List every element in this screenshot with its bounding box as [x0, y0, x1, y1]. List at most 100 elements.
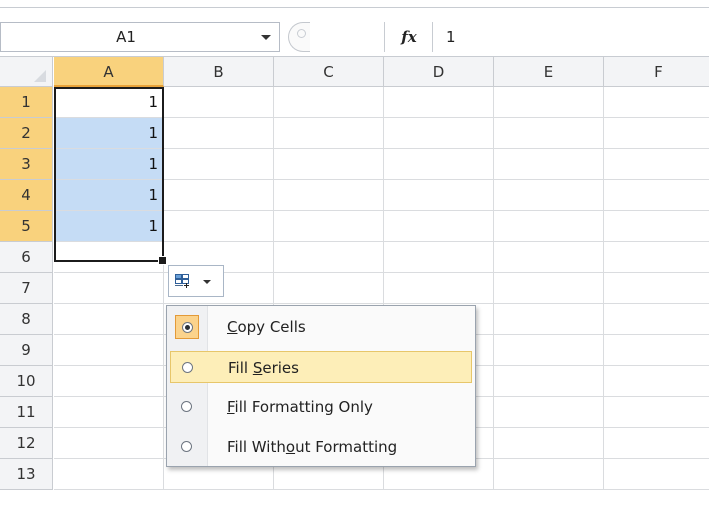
cell-e7[interactable]	[494, 273, 604, 304]
cell-d1[interactable]	[384, 87, 494, 118]
cell-a12[interactable]	[54, 428, 164, 459]
row-header-8[interactable]: 8	[0, 304, 53, 335]
cell-e5[interactable]	[494, 211, 604, 242]
cell-a2[interactable]: 1	[54, 118, 164, 149]
cell-c2[interactable]	[274, 118, 384, 149]
cell-d5[interactable]	[384, 211, 494, 242]
cell-c3[interactable]	[274, 149, 384, 180]
cell-e10[interactable]	[494, 366, 604, 397]
cell-d3[interactable]	[384, 149, 494, 180]
cell-f9[interactable]	[604, 335, 709, 366]
menu-item-label: Fill Series	[228, 359, 299, 377]
column-header-a[interactable]: A	[54, 57, 164, 87]
cell-e11[interactable]	[494, 397, 604, 428]
cell-a11[interactable]	[54, 397, 164, 428]
column-header-e[interactable]: E	[494, 57, 604, 87]
autofill-options-button[interactable]	[168, 265, 224, 297]
column-header-b[interactable]: B	[164, 57, 274, 87]
cell-a5[interactable]: 1	[54, 211, 164, 242]
cell-b1[interactable]	[164, 87, 274, 118]
radio-box	[175, 315, 199, 339]
menu-item-copy-cells[interactable]: Copy Cells	[170, 311, 472, 343]
cell-c4[interactable]	[274, 180, 384, 211]
column-header-f[interactable]: F	[604, 57, 709, 87]
column-header-d[interactable]: D	[384, 57, 494, 87]
cell-f2[interactable]	[604, 118, 709, 149]
radio-unchecked-icon	[181, 441, 192, 452]
autofill-options-icon	[175, 274, 189, 288]
cell-c5[interactable]	[274, 211, 384, 242]
cell-e3[interactable]	[494, 149, 604, 180]
cell-c7[interactable]	[274, 273, 384, 304]
cell-c6[interactable]	[274, 242, 384, 273]
cell-e8[interactable]	[494, 304, 604, 335]
insert-function-icon[interactable]: fx	[393, 23, 425, 51]
cell-e2[interactable]	[494, 118, 604, 149]
cell-b3[interactable]	[164, 149, 274, 180]
cell-f5[interactable]	[604, 211, 709, 242]
name-box[interactable]: A1	[0, 22, 280, 52]
row-header-3[interactable]: 3	[0, 149, 53, 180]
cell-f3[interactable]	[604, 149, 709, 180]
cell-f13[interactable]	[604, 459, 709, 490]
cell-e9[interactable]	[494, 335, 604, 366]
row-header-9[interactable]: 9	[0, 335, 53, 366]
cell-e4[interactable]	[494, 180, 604, 211]
cell-a4[interactable]: 1	[54, 180, 164, 211]
cell-f12[interactable]	[604, 428, 709, 459]
cell-d7[interactable]	[384, 273, 494, 304]
cell-f6[interactable]	[604, 242, 709, 273]
cell-a9[interactable]	[54, 335, 164, 366]
cell-f11[interactable]	[604, 397, 709, 428]
radio-unchecked-icon	[182, 362, 193, 373]
row-header-5[interactable]: 5	[0, 211, 53, 242]
cell-b4[interactable]	[164, 180, 274, 211]
cell-a10[interactable]	[54, 366, 164, 397]
row-header-12[interactable]: 12	[0, 428, 53, 459]
select-all-button[interactable]	[0, 57, 53, 87]
cell-b2[interactable]	[164, 118, 274, 149]
column-header-c[interactable]: C	[274, 57, 384, 87]
cell-f8[interactable]	[604, 304, 709, 335]
cell-c1[interactable]	[274, 87, 384, 118]
formula-bar: A1 fx 1	[0, 8, 709, 57]
cell-e13[interactable]	[494, 459, 604, 490]
formula-bar-expand-icon	[288, 22, 310, 52]
menu-item-label: Copy Cells	[227, 318, 306, 336]
cell-f4[interactable]	[604, 180, 709, 211]
cell-d2[interactable]	[384, 118, 494, 149]
cell-e1[interactable]	[494, 87, 604, 118]
cell-d4[interactable]	[384, 180, 494, 211]
cell-e12[interactable]	[494, 428, 604, 459]
cell-a6[interactable]	[54, 242, 164, 273]
cell-f10[interactable]	[604, 366, 709, 397]
divider	[432, 22, 433, 52]
fill-handle[interactable]	[158, 256, 167, 265]
row-header-1[interactable]: 1	[0, 87, 53, 118]
row-header-7[interactable]: 7	[0, 273, 53, 304]
name-box-value: A1	[116, 28, 136, 46]
cell-a1[interactable]: 1	[54, 87, 164, 118]
cell-a7[interactable]	[54, 273, 164, 304]
cell-b5[interactable]	[164, 211, 274, 242]
cell-f7[interactable]	[604, 273, 709, 304]
row-header-6[interactable]: 6	[0, 242, 53, 273]
row-header-10[interactable]: 10	[0, 366, 53, 397]
menu-item-fill-formatting-only[interactable]: Fill Formatting Only	[170, 391, 472, 423]
row-header-13[interactable]: 13	[0, 459, 53, 490]
radio-box	[176, 356, 200, 380]
cell-a3[interactable]: 1	[54, 149, 164, 180]
cell-d6[interactable]	[384, 242, 494, 273]
toolbar-edge	[0, 0, 709, 8]
formula-input[interactable]: 1	[446, 22, 456, 52]
cell-e6[interactable]	[494, 242, 604, 273]
row-header-2[interactable]: 2	[0, 118, 53, 149]
cell-a8[interactable]	[54, 304, 164, 335]
menu-item-fill-without-formatting[interactable]: Fill Without Formatting	[170, 431, 472, 463]
row-header-11[interactable]: 11	[0, 397, 53, 428]
cell-f1[interactable]	[604, 87, 709, 118]
chevron-down-icon[interactable]	[261, 35, 271, 40]
cell-a13[interactable]	[54, 459, 164, 490]
row-header-4[interactable]: 4	[0, 180, 53, 211]
menu-item-fill-series[interactable]: Fill Series	[170, 351, 472, 383]
